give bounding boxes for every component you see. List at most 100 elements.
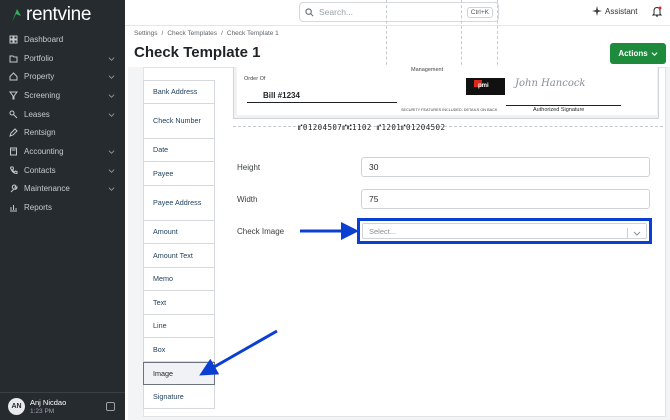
chevron-down-icon[interactable]: [108, 55, 115, 62]
sidebar-item-label: Leases: [24, 109, 50, 119]
search-placeholder: Search...: [319, 7, 354, 17]
width-label: Width: [237, 195, 258, 204]
check-image-highlight: Select...: [357, 218, 652, 244]
sidebar-item-label: Dashboard: [24, 34, 64, 44]
breadcrumb-item[interactable]: Settings: [134, 30, 158, 37]
height-label: Height: [237, 163, 261, 172]
sidebar-item-label: Property: [24, 72, 55, 82]
field-type-image[interactable]: Image: [143, 361, 215, 385]
check-preview[interactable]: Management Order Of Bill #1234 pmi John …: [233, 67, 659, 119]
assistant-button[interactable]: Assistant: [592, 6, 637, 16]
field-type-check-number[interactable]: Check Number: [143, 103, 215, 139]
sidebar-item-portfolio[interactable]: Portfolio: [0, 49, 125, 68]
guide-line: [461, 0, 462, 75]
bell-icon[interactable]: [652, 6, 662, 17]
breadcrumb-item[interactable]: Check Templates: [167, 30, 217, 37]
field-type-payee[interactable]: Payee: [143, 162, 215, 186]
check-image-select[interactable]: Select...: [362, 223, 647, 239]
pen-icon: [8, 128, 18, 138]
search-icon: [305, 7, 314, 16]
guide-line: [386, 0, 387, 75]
field-type-line[interactable]: Line: [143, 314, 215, 338]
sidebar-item-property[interactable]: Property: [0, 67, 125, 86]
chevron-down-icon[interactable]: [108, 185, 115, 192]
sidebar-item-dashboard[interactable]: Dashboard: [0, 30, 125, 49]
phone-icon: [8, 165, 18, 175]
check-logo-image: pmi: [466, 78, 505, 95]
sidebar-item-label: Accounting: [24, 146, 64, 156]
width-input[interactable]: 75: [361, 189, 650, 209]
sidebar-item-rentsign[interactable]: Rentsign: [0, 123, 125, 142]
leaf-logo-icon: [12, 9, 21, 22]
check-payee-line: [247, 102, 397, 103]
sidebar-item-contacts[interactable]: Contacts: [0, 161, 125, 180]
chevron-down-icon[interactable]: [108, 148, 115, 155]
field-type-text[interactable]: Text: [143, 291, 215, 315]
select-placeholder: Select...: [369, 226, 397, 236]
chevron-down-icon: [651, 52, 658, 57]
sidebar-item-accounting[interactable]: Accounting: [0, 142, 125, 161]
chevron-down-icon[interactable]: [108, 92, 115, 99]
chevron-down-icon[interactable]: [633, 229, 641, 237]
sidebar-item-reports[interactable]: Reports: [0, 198, 125, 217]
breadcrumb-item[interactable]: Check Template 1: [227, 30, 279, 37]
field-type-date[interactable]: Date: [143, 138, 215, 162]
home-icon: [8, 72, 18, 82]
chevron-down-icon[interactable]: [108, 167, 115, 174]
check-order-of: Order Of: [244, 76, 266, 82]
sidebar-item-label: Portfolio: [24, 53, 54, 63]
search-input[interactable]: Search... Ctrl+K: [299, 2, 499, 22]
filter-icon: [8, 90, 18, 100]
user-time: 1:23 PM: [30, 408, 55, 415]
sidebar-item-label: Rentsign: [24, 128, 56, 138]
sidebar-collapse-icon[interactable]: [106, 402, 115, 411]
height-input[interactable]: 30: [361, 157, 650, 177]
sidebar-item-screening[interactable]: Screening: [0, 86, 125, 105]
signature-line: [506, 105, 621, 106]
field-type-signature[interactable]: Signature: [143, 385, 215, 409]
check-logo-text: pmi: [478, 83, 489, 89]
avatar: AN: [8, 398, 25, 415]
user-profile[interactable]: AN Anj Nicdao 1:23 PM: [0, 392, 125, 420]
field-type-amount[interactable]: Amount: [143, 220, 215, 244]
sidebar-item-label: Maintenance: [24, 184, 70, 194]
select-separator: [627, 228, 628, 238]
rentvine-logo[interactable]: rentvine: [10, 4, 92, 26]
breadcrumb-separator: /: [221, 30, 223, 37]
breadcrumb: Settings / Check Templates / Check Template …: [134, 30, 279, 37]
check-signature-image: John Hancock: [515, 78, 586, 89]
calculator-icon: [8, 146, 18, 156]
security-note: SECURITY FEATURES INCLUDED. DETAILS ON B…: [401, 108, 498, 112]
field-type-list: Bank Address Check Number Date Payee Payee A…: [143, 80, 215, 409]
field-type-bank-address[interactable]: Bank Address: [143, 80, 215, 104]
folder-icon: [8, 53, 18, 63]
sidebar-item-label: Contacts: [24, 165, 56, 175]
brand-name: rentvine: [26, 4, 92, 25]
field-type-amount-text[interactable]: Amount Text: [143, 244, 215, 268]
wrench-icon: [8, 184, 18, 194]
assistant-label: Assistant: [605, 6, 638, 16]
sidebar-item-label: Screening: [24, 90, 61, 100]
sidebar: rentvine Dashboard Portfolio Property Scree…: [0, 0, 125, 420]
user-name: Anj Nicdao: [30, 398, 67, 407]
sidebar-nav: Dashboard Portfolio Property Screening Lease…: [0, 30, 125, 217]
sidebar-item-label: Reports: [24, 203, 53, 213]
field-type-payee-address[interactable]: Payee Address: [143, 185, 215, 221]
check-bill-text: Bill #1234: [263, 91, 300, 100]
micr-line: ⑈01204507⑈⑆1102 ⑈1201⑈01204502: [298, 123, 446, 132]
chevron-down-icon[interactable]: [108, 73, 115, 80]
sidebar-item-leases[interactable]: Leases: [0, 105, 125, 124]
search-shortcut-badge: Ctrl+K: [466, 6, 493, 18]
field-type-memo[interactable]: Memo: [143, 267, 215, 291]
breadcrumb-separator: /: [161, 30, 164, 37]
field-type-box[interactable]: Box: [143, 338, 215, 362]
actions-label: Actions: [618, 49, 648, 58]
grid-icon: [8, 34, 18, 44]
page-title: Check Template 1: [134, 44, 261, 61]
actions-button[interactable]: Actions: [610, 43, 666, 64]
top-bar: Search... Ctrl+K Assistant: [125, 0, 670, 26]
key-icon: [8, 109, 18, 119]
guide-line: [497, 0, 498, 75]
sidebar-item-maintenance[interactable]: Maintenance: [0, 180, 125, 199]
chevron-down-icon[interactable]: [108, 111, 115, 118]
